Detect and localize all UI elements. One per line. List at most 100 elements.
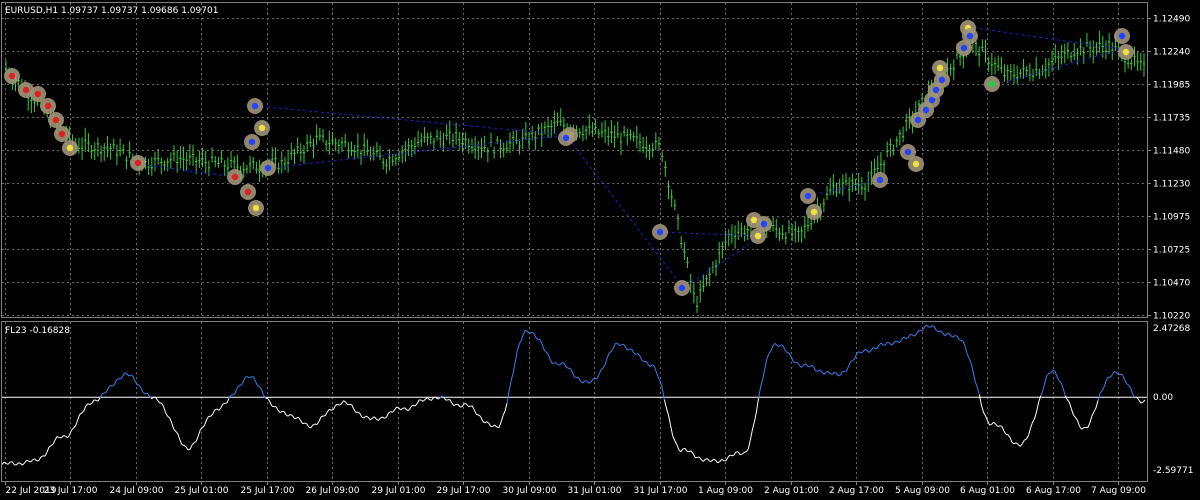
signal-dot	[252, 204, 260, 212]
indicator-segment	[32, 458, 35, 461]
indicator-segment	[911, 334, 915, 337]
indicator-segment	[126, 373, 130, 377]
indicator-segment	[83, 405, 87, 412]
indicator-segment	[279, 410, 283, 414]
indicator-segment	[308, 426, 311, 429]
indicator-segment	[850, 360, 853, 363]
indicator-segment	[236, 385, 240, 389]
indicator-segment	[104, 391, 107, 394]
indicator-segment	[713, 458, 716, 461]
indicator-segment	[899, 338, 903, 343]
indicator-segment	[1056, 376, 1060, 382]
indicator-segment	[400, 408, 404, 411]
indicator-segment	[893, 340, 896, 344]
indicator-segment	[608, 351, 612, 354]
indicator-panel-header: FL23 -0.16828	[5, 326, 70, 336]
time-label: 7 Aug 09:00	[1091, 486, 1146, 496]
indicator-segment	[1, 461, 5, 465]
indicator-segment	[437, 397, 440, 400]
indicator-segment	[142, 392, 146, 395]
indicator-segment	[15, 462, 19, 466]
indicator-segment	[306, 423, 310, 428]
indicator-segment	[206, 416, 209, 421]
indicator-segment	[1122, 374, 1126, 380]
indicator-segment	[974, 381, 978, 388]
indicator-segment	[97, 397, 101, 402]
time-label: 25 Jul 17:00	[241, 486, 295, 496]
indicator-segment	[670, 425, 674, 436]
indicator-segment	[220, 403, 224, 409]
indicator-segment	[60, 435, 64, 439]
indicator-segment	[674, 440, 678, 445]
indicator-segment	[85, 403, 89, 407]
indicator-segment	[1091, 411, 1095, 417]
indicator-segment	[623, 343, 627, 348]
indicator-segment	[907, 334, 911, 339]
indicator-segment	[868, 350, 872, 353]
indicator-segment	[829, 373, 833, 375]
indicator-segment	[451, 402, 455, 407]
indicator-segment	[257, 385, 260, 388]
indicator-segment	[932, 325, 935, 328]
indicator-segment	[1050, 369, 1054, 374]
indicator-segment	[482, 420, 485, 424]
indicator-segment	[625, 347, 629, 351]
indicator-segment	[801, 364, 804, 368]
indicator-segment	[128, 374, 132, 377]
indicator-segment	[653, 365, 657, 373]
indicator-segment	[18, 462, 21, 464]
indicator-segment	[858, 351, 862, 354]
indicator-segment	[817, 369, 821, 372]
indicator-segment	[410, 404, 414, 408]
indicator-segment	[269, 401, 273, 407]
indicator-segment	[1011, 442, 1015, 445]
indicator-segment	[1073, 414, 1076, 418]
indicator-segment	[169, 417, 173, 424]
indicator-segment	[504, 403, 508, 412]
indicator-segment	[827, 370, 831, 374]
indicator-segment	[715, 459, 719, 464]
indicator-segment	[782, 345, 786, 351]
indicator-segment	[749, 429, 753, 440]
indicator-segment	[1128, 384, 1132, 389]
indicator-segment	[514, 350, 518, 363]
indicator-segment	[232, 392, 236, 396]
indicator-segment	[1103, 380, 1107, 388]
indicator-segment	[993, 421, 997, 425]
indicator-segment	[486, 421, 489, 424]
indicator-segment	[261, 389, 265, 396]
indicator-segment	[727, 454, 731, 458]
signal-dot	[1122, 48, 1130, 56]
indicator-segment	[596, 374, 600, 379]
indicator-segment	[473, 409, 477, 415]
indicator-segment	[107, 385, 111, 389]
indicator-segment	[633, 352, 637, 355]
time-axis: 22 Jul 201923 Jul 17:00 24 Jul 09:00 25 Ju…	[5, 481, 1146, 496]
price-label: 1.11480	[1153, 147, 1190, 157]
signal-dot	[876, 176, 884, 184]
indicator-segment	[1003, 430, 1007, 435]
signal-arrows-layer	[4, 20, 1134, 296]
indicator-segment	[872, 347, 876, 349]
indicator-segment	[823, 372, 827, 375]
indicator-segment	[1040, 390, 1044, 396]
indicator-segment	[891, 343, 894, 346]
indicator-segment	[457, 403, 461, 408]
indicator-segment	[416, 399, 420, 404]
indicator-segment	[668, 415, 672, 426]
indicator-segment	[747, 439, 751, 449]
indicator-segment	[878, 342, 882, 346]
indicator-segment	[846, 366, 849, 372]
indicator-segment	[962, 340, 966, 347]
indicator-segment	[267, 398, 271, 402]
indicator-segment	[563, 363, 567, 368]
indicator-segment	[375, 418, 379, 421]
indicator-segment	[453, 404, 457, 407]
indicator-segment	[760, 379, 764, 388]
signal-dot	[251, 102, 259, 110]
indicator-segment	[1058, 380, 1062, 384]
indicator-segment	[502, 410, 506, 417]
indicator-segment	[105, 387, 109, 393]
indicator-segment	[721, 459, 725, 462]
indicator-segment	[933, 326, 937, 331]
